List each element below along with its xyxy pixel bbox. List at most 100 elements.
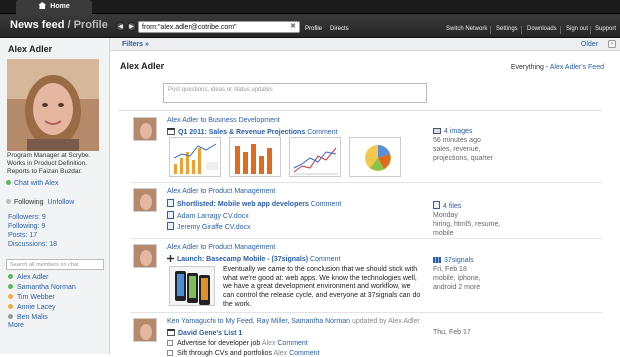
divider	[130, 238, 602, 239]
avatar[interactable]	[133, 244, 157, 268]
post-title[interactable]: David Gene's List 1	[167, 328, 242, 337]
link-preview-image[interactable]	[169, 266, 215, 306]
downloads-link[interactable]: Downloads	[527, 26, 557, 32]
image-thumbnail[interactable]	[289, 137, 341, 177]
post-time: Monday	[433, 212, 458, 219]
member-search-input[interactable]: Search all members on chat	[6, 259, 104, 270]
avatar[interactable]	[133, 318, 157, 342]
feed-scope: Everything - Alex Adler's Feed	[510, 64, 604, 71]
posts-count[interactable]: Posts: 17	[8, 231, 57, 240]
post-meta: 4 images 56 minutes ago sales, revenue, …	[433, 127, 493, 163]
member-item[interactable]: Annie Lacey	[8, 303, 76, 313]
profile-link[interactable]: Profile	[305, 26, 322, 32]
plugin-icon	[167, 255, 174, 262]
post-title-text: Q1 2011: Sales & Revenue Projections	[178, 129, 306, 136]
post-tags: mobile	[433, 230, 454, 237]
image-thumbnail[interactable]	[169, 137, 221, 177]
post-meta: Thu, Feb 17	[433, 328, 471, 337]
post-tags: projections, quarter	[433, 155, 493, 162]
image-thumbnail[interactable]	[349, 137, 401, 177]
attachment-link[interactable]: Jeremy Giraffe CV.docx	[167, 221, 251, 231]
post-title-text: Launch: Basecamp Mobile - (37signals)	[177, 256, 309, 263]
profile-stats: Followers: 9 Following: 9 Posts: 17 Disc…	[8, 213, 57, 249]
followers-count[interactable]: Followers: 9	[8, 213, 57, 222]
forward-arrow-icon[interactable]: ▶	[127, 22, 136, 31]
post-tags: mobile, iphone,	[433, 275, 481, 282]
files-count[interactable]: 4 files	[433, 200, 500, 211]
online-status-icon	[8, 274, 13, 279]
attachment-name: Jeremy Giraffe CV.docx	[177, 224, 251, 231]
member-name: Alex Adler	[17, 274, 49, 281]
site-icon	[433, 257, 441, 263]
directs-link[interactable]: Directs	[330, 26, 349, 32]
post-title-text: Shortlisted: Mobile web app developers	[177, 201, 309, 208]
top-navigation-bar: Home	[0, 0, 620, 14]
following-check-icon	[6, 199, 11, 204]
link-description: Eventually we came to the conclusion tha…	[223, 266, 421, 308]
search-input[interactable]: from:"alex.adler@cotribe.com" ✖	[138, 21, 300, 33]
source-label: 37signals	[444, 257, 474, 264]
images-count[interactable]: 4 images	[433, 127, 493, 136]
user-feed-link[interactable]: Alex Adler's Feed	[550, 64, 604, 71]
back-arrow-icon[interactable]: ◀	[116, 22, 125, 31]
sign-out-link[interactable]: Sign out	[566, 26, 588, 32]
chevron-right-icon[interactable]: ›	[608, 40, 616, 48]
support-link[interactable]: Support	[595, 26, 616, 32]
files-icon	[433, 201, 440, 209]
member-name: Samantha Norman	[17, 284, 76, 291]
post-input[interactable]: Post questions, ideas or status updates	[163, 83, 427, 103]
post-route[interactable]: Alex Adler to Business Development	[167, 117, 280, 124]
source-link[interactable]: 37signals	[433, 256, 480, 265]
switch-network-link[interactable]: Switch Network	[446, 26, 487, 32]
list-icon	[167, 329, 175, 336]
task-checkbox[interactable]	[167, 350, 173, 356]
post-time: Fri, Feb 18	[433, 266, 467, 273]
following-count[interactable]: Following: 9	[8, 222, 57, 231]
online-status-icon	[8, 284, 13, 289]
member-item[interactable]: Alex Adler	[8, 273, 76, 283]
post-title[interactable]: Q1 2011: Sales & Revenue Projections Com…	[167, 127, 338, 136]
task-assignee: Alex	[261, 340, 276, 347]
away-status-icon	[8, 304, 13, 309]
comment-link[interactable]: Comment	[307, 129, 337, 136]
divider	[560, 26, 561, 34]
post-meta: 37signals Fri, Feb 18 mobile, iphone, an…	[433, 256, 480, 292]
image-thumbnail[interactable]	[229, 137, 281, 177]
everything-label[interactable]: Everything	[511, 64, 544, 71]
unfollow-button[interactable]: Unfollow	[47, 199, 74, 206]
document-icon	[167, 222, 174, 230]
member-item[interactable]: Samantha Norman	[8, 283, 76, 293]
updated-by: updated by Alex Adler	[351, 318, 420, 325]
more-members-link[interactable]: More	[8, 322, 24, 329]
search-input-value: from:"alex.adler@cotribe.com"	[142, 24, 237, 31]
post-route[interactable]: Alex Adler to Product Management	[167, 188, 275, 195]
comment-link[interactable]: Comment	[277, 340, 307, 347]
task-checkbox[interactable]	[167, 340, 173, 346]
avatar[interactable]	[133, 117, 157, 141]
chat-with-label: Chat with Alex	[14, 180, 59, 187]
chat-with-link[interactable]: Chat with Alex	[6, 180, 58, 187]
post-tags: hiring, html5, resume,	[433, 221, 501, 228]
post-time: 56 minutes ago	[433, 137, 481, 144]
attachment-link[interactable]: Adam Larragy CV.docx	[167, 210, 249, 220]
post-route[interactable]: Alex Adler to Product Management	[167, 244, 275, 251]
home-tab[interactable]: Home	[16, 0, 92, 14]
avatar[interactable]	[133, 188, 157, 212]
filters-toggle[interactable]: Filters »	[122, 41, 149, 48]
settings-link[interactable]: Settings	[496, 26, 518, 32]
profile-bio: Program Manager at Scrybe. Works in Prod…	[7, 152, 91, 175]
comment-link[interactable]: Comment	[311, 201, 341, 208]
clear-search-icon[interactable]: ✖	[290, 22, 296, 32]
document-icon	[167, 199, 174, 207]
post-title[interactable]: Launch: Basecamp Mobile - (37signals) Co…	[167, 254, 340, 263]
post-title[interactable]: Shortlisted: Mobile web app developers C…	[167, 198, 341, 208]
follow-status: Following Unfollow	[6, 199, 74, 206]
discussions-count[interactable]: Discussions: 18	[8, 240, 57, 249]
member-item[interactable]: Tim Webber	[8, 293, 76, 303]
member-name: Tim Webber	[17, 294, 55, 301]
page-title-main: News feed	[10, 19, 65, 31]
post-route[interactable]: Ken Yamaguchi to My Feed, Ray Miller, Sa…	[167, 318, 420, 325]
older-link[interactable]: Older	[581, 41, 598, 48]
post-time: Thu, Feb 17	[433, 329, 471, 336]
comment-link[interactable]: Comment	[310, 256, 340, 263]
